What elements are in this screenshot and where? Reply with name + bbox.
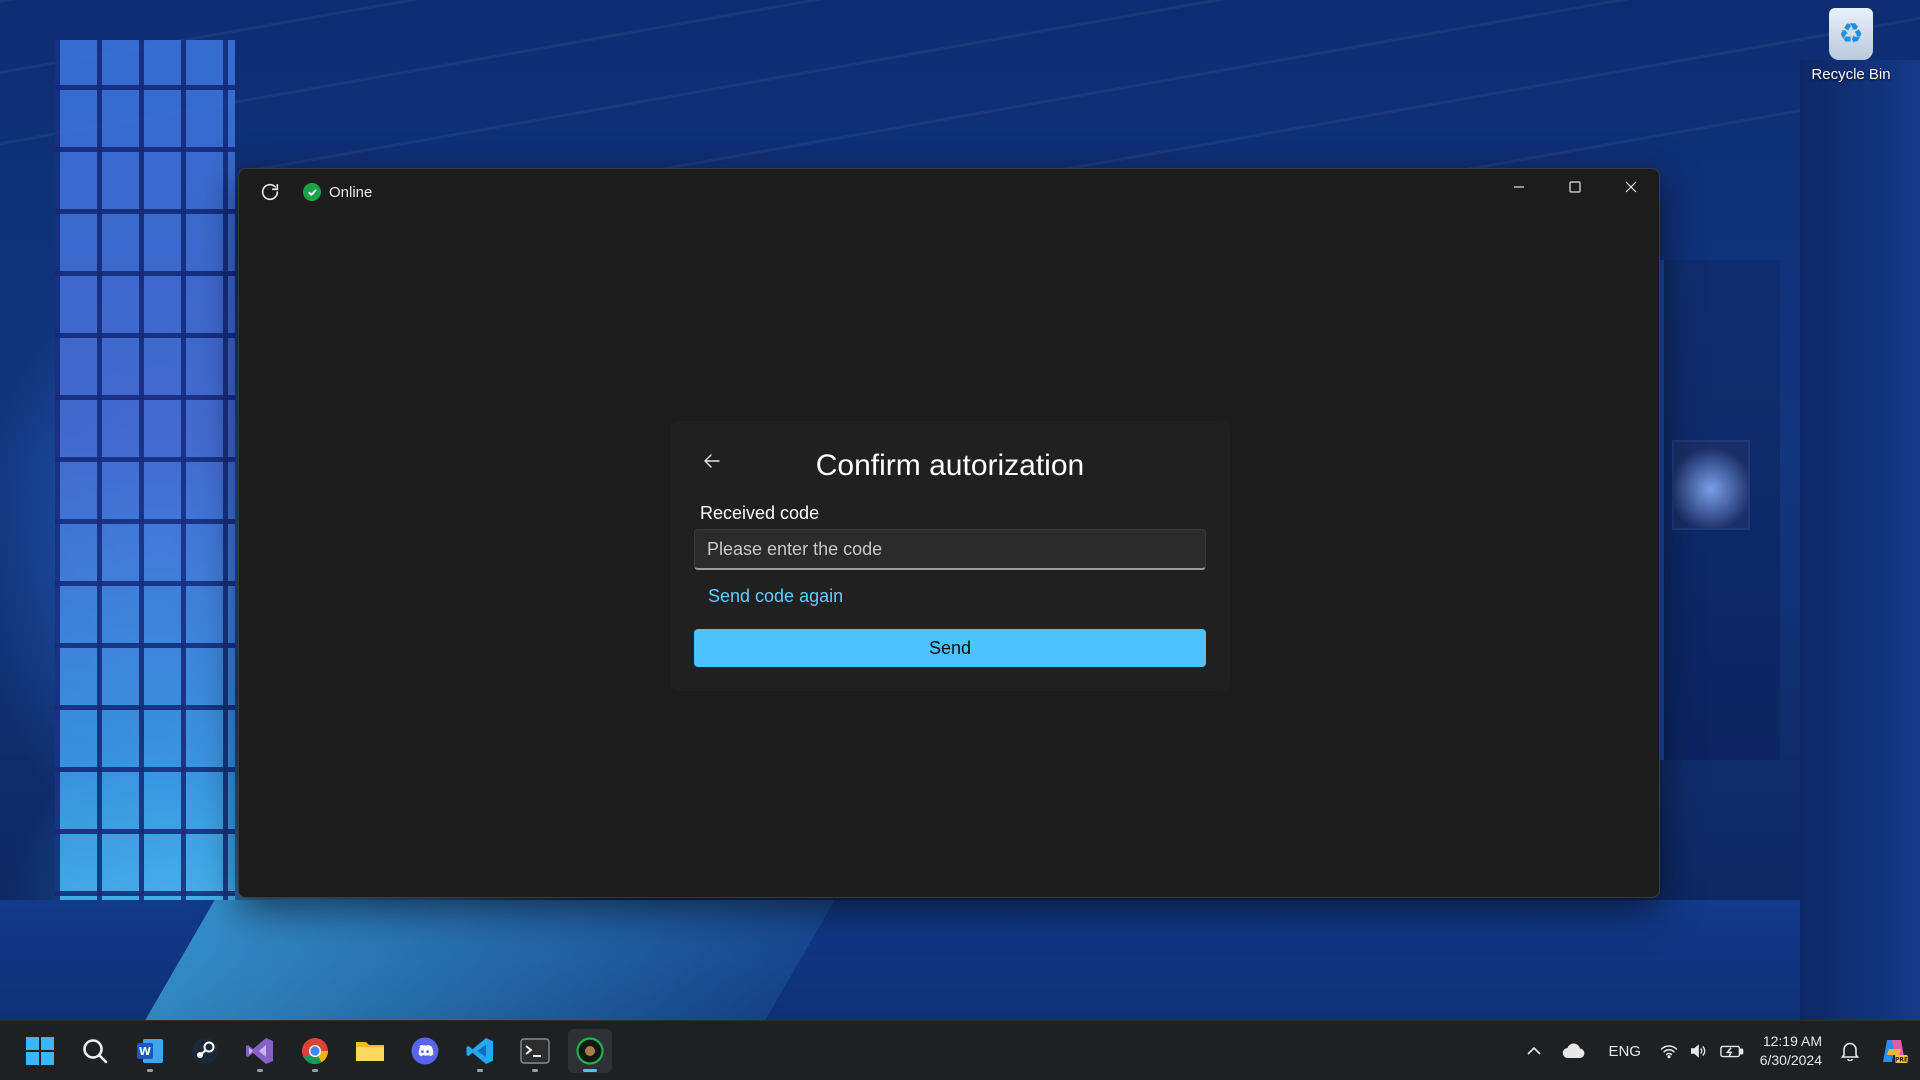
speaker-icon <box>1690 1044 1705 1058</box>
steam-icon <box>192 1038 218 1064</box>
taskbar-app-current[interactable] <box>568 1029 612 1073</box>
vscode-icon <box>466 1038 493 1064</box>
refresh-button[interactable] <box>257 179 283 205</box>
wallpaper-wall <box>1800 60 1920 1020</box>
onedrive-button[interactable] <box>1552 1029 1596 1073</box>
running-indicator <box>532 1069 538 1072</box>
taskbar-apps: W <box>18 1021 612 1080</box>
chrome-icon <box>302 1038 329 1065</box>
taskbar-app-vscode[interactable] <box>458 1029 502 1073</box>
copilot-button[interactable]: PRE <box>1868 1029 1920 1073</box>
language-label: ENG <box>1608 1042 1641 1060</box>
running-indicator <box>312 1069 318 1072</box>
running-indicator <box>257 1069 263 1072</box>
wifi-icon <box>1660 1045 1677 1059</box>
taskbar-clock[interactable]: 12:19 AM 6/30/2024 <box>1750 1032 1832 1070</box>
wallpaper-ceiling <box>0 0 1920 170</box>
file-explorer-icon <box>356 1042 384 1061</box>
network-button[interactable] <box>1654 1029 1684 1073</box>
connection-status: Online <box>303 181 372 203</box>
taskbar-app-discord[interactable] <box>403 1029 447 1073</box>
page-title: Confirm autorization <box>815 449 1085 482</box>
battery-button[interactable] <box>1714 1029 1750 1073</box>
taskbar-app-chrome[interactable] <box>293 1029 337 1073</box>
taskbar-app-terminal[interactable] <box>513 1029 557 1073</box>
confirm-authorization-card: Confirm autorization Received code Send … <box>670 421 1230 691</box>
clock-time: 12:19 AM <box>1762 1033 1822 1049</box>
system-tray: ENG 12:19 AM 6/30/2024 PRE <box>1516 1021 1920 1080</box>
search-icon <box>83 1039 108 1064</box>
code-field-label: Received code <box>700 503 820 523</box>
volume-button[interactable] <box>1684 1029 1714 1073</box>
terminal-icon <box>520 1038 550 1064</box>
current-app-icon <box>576 1037 604 1065</box>
check-circle-icon <box>303 183 321 201</box>
window-controls <box>1491 169 1659 205</box>
close-icon <box>1625 181 1637 193</box>
minimize-button[interactable] <box>1491 169 1547 205</box>
taskbar-app-visual-studio[interactable] <box>238 1029 282 1073</box>
taskbar-app-steam[interactable] <box>183 1029 227 1073</box>
svg-text:PRE: PRE <box>1895 1057 1908 1064</box>
word-icon: W <box>137 1039 163 1063</box>
running-indicator <box>147 1069 153 1072</box>
send-button[interactable]: Send <box>694 629 1206 667</box>
desktop-icon-label: Recycle Bin <box>1811 66 1891 83</box>
desktop-icon-recycle-bin[interactable]: Recycle Bin <box>1806 8 1896 94</box>
battery-charging-icon <box>1719 1045 1744 1058</box>
running-indicator <box>477 1069 483 1072</box>
status-text: Online <box>329 183 373 201</box>
taskbar: W ENG 12:19 AM 6/30/2024 PRE <box>0 1020 1920 1080</box>
bell-icon <box>1841 1042 1859 1061</box>
recycle-bin-icon <box>1829 8 1873 60</box>
send-code-again-link[interactable]: Send code again <box>708 586 843 607</box>
taskbar-app-file-explorer[interactable] <box>348 1029 392 1073</box>
taskbar-app-word[interactable]: W <box>128 1029 172 1073</box>
copilot-icon: PRE <box>1883 1040 1908 1064</box>
language-indicator[interactable]: ENG <box>1596 1029 1654 1073</box>
close-button[interactable] <box>1603 169 1659 205</box>
code-input[interactable] <box>694 529 1206 570</box>
refresh-icon <box>261 183 279 201</box>
maximize-icon <box>1569 181 1581 193</box>
cloud-icon <box>1562 1043 1585 1059</box>
maximize-button[interactable] <box>1547 169 1603 205</box>
search-button[interactable] <box>73 1029 117 1073</box>
discord-icon <box>411 1037 439 1065</box>
running-indicator <box>583 1069 597 1072</box>
wallpaper-poster <box>1672 440 1750 530</box>
title-bar[interactable]: Online <box>239 169 1659 213</box>
start-button[interactable] <box>18 1029 62 1073</box>
show-hidden-icons-button[interactable] <box>1516 1029 1552 1073</box>
app-window: Online Confirm autorization Received cod… <box>238 168 1660 898</box>
minimize-icon <box>1514 186 1524 188</box>
wallpaper-window <box>55 40 235 1020</box>
clock-date: 6/30/2024 <box>1759 1052 1822 1068</box>
notifications-button[interactable] <box>1832 1029 1868 1073</box>
wallpaper-floor-light <box>145 900 835 1020</box>
visual-studio-icon <box>246 1038 273 1064</box>
chevron-up-icon <box>1527 1046 1541 1055</box>
svg-text:W: W <box>139 1045 151 1058</box>
start-icon <box>26 1037 54 1065</box>
